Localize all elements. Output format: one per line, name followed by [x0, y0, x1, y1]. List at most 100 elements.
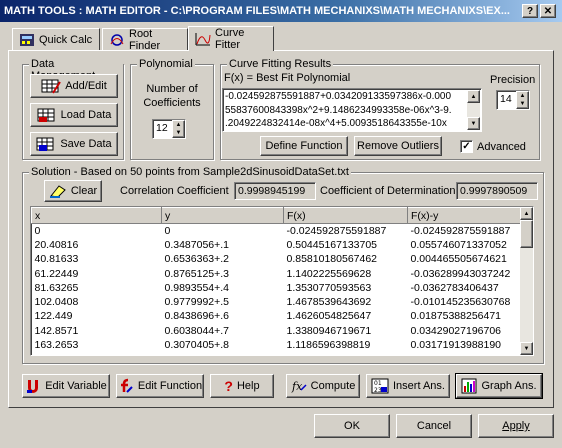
table-cell[interactable]: 0	[161, 223, 284, 238]
tab-curve-fitter[interactable]: Curve Fitter	[188, 26, 274, 51]
table-cell[interactable]: 0.3487056+.1	[161, 237, 284, 253]
table-cell[interactable]: 81.63265	[31, 280, 162, 295]
results-table[interactable]: x y F(x) F(x)-y 0 0 -0.024592875591887 -0.0…	[30, 206, 534, 356]
table-row[interactable]: 20.40816 0.3487056+.1 0.50445167133705 0.05…	[31, 237, 522, 253]
table-cell[interactable]: 0.3070405+.8	[161, 337, 284, 353]
cancel-button[interactable]: Cancel	[396, 414, 472, 438]
table-cell[interactable]: 0.6038044+.7	[161, 323, 284, 338]
remove-outliers-button[interactable]: Remove Outliers	[354, 136, 442, 156]
spin-up-icon[interactable]: ▲	[517, 92, 528, 100]
close-icon: ✕	[543, 5, 553, 17]
table-cell[interactable]: 122.449	[31, 309, 162, 324]
table-cell[interactable]: 0.004465505674621	[407, 252, 522, 267]
table-cell[interactable]: -0.010145235630768	[407, 294, 522, 310]
table-cell[interactable]: 61.22449	[31, 266, 162, 281]
close-button[interactable]: ✕	[540, 4, 556, 18]
determination-label: Coefficient of Determination	[320, 185, 456, 197]
help-button[interactable]: ? Help	[210, 374, 274, 398]
table-cell[interactable]: 0.03429027196706	[407, 323, 522, 338]
define-function-button[interactable]: Define Function	[260, 136, 348, 156]
tab-root-finder[interactable]: Root Finder	[102, 28, 188, 52]
table-cell[interactable]: 0.85810180567462	[283, 252, 408, 267]
table-row[interactable]: 122.449 0.8438696+.6 1.4626054825647 0.0187…	[31, 309, 522, 324]
polynomial-group: Polynomial	[130, 58, 214, 160]
table-row[interactable]: 142.8571 0.6038044+.7 1.3380946719671 0.034…	[31, 323, 522, 338]
add-edit-button[interactable]: Add/Edit	[30, 74, 118, 98]
precision-spinner[interactable]: 14 ▲ ▼	[496, 90, 530, 110]
tab-quick-calc[interactable]: Quick Calc	[12, 28, 100, 50]
table-cell[interactable]: 0.055746071337052	[407, 237, 522, 253]
checkmark-icon[interactable]: ✓	[460, 140, 473, 153]
save-grid-icon	[36, 136, 56, 152]
bar-graph-icon	[461, 378, 477, 394]
spin-up-icon[interactable]: ▲	[173, 121, 184, 129]
column-header[interactable]: y	[161, 207, 284, 224]
table-row[interactable]: 0 0 -0.024592875591887 -0.024592875591887	[31, 223, 522, 238]
table-cell[interactable]: 20.40816	[31, 237, 162, 253]
table-cell[interactable]: 0.50445167133705	[283, 237, 408, 253]
load-data-button[interactable]: Load Data	[30, 103, 118, 127]
table-cell[interactable]: 163.2653	[31, 337, 162, 353]
coefficients-label: Number of Coefficients	[143, 83, 201, 109]
table-cell[interactable]: 102.0408	[31, 294, 162, 310]
edit-variable-button[interactable]: Edit Variable	[22, 374, 110, 398]
table-cell[interactable]: -0.024592875591887	[283, 223, 408, 238]
table-cell[interactable]: 1.1402225569628	[283, 266, 408, 281]
scroll-up-icon[interactable]: ▲	[467, 90, 480, 103]
table-row[interactable]: 81.63265 0.9893554+.4 1.3530770593563 -0.03…	[31, 280, 522, 295]
table-cell[interactable]: 0.6536363+.2	[161, 252, 284, 267]
save-data-button[interactable]: Save Data	[30, 132, 118, 156]
scroll-thumb[interactable]	[520, 220, 533, 248]
table-cell[interactable]: -0.036289943037242	[407, 266, 522, 281]
scroll-down-icon[interactable]: ▼	[467, 117, 480, 130]
column-header[interactable]: F(x)-y	[407, 207, 522, 224]
column-header[interactable]: x	[31, 207, 162, 224]
formula-scrollbar[interactable]: ▲ ▼	[467, 90, 480, 130]
table-cell[interactable]: 0	[31, 223, 162, 238]
table-cell[interactable]: 0.9779992+.5	[161, 294, 284, 310]
clear-button[interactable]: Clear	[44, 180, 102, 202]
table-cell[interactable]: 1.3380946719671	[283, 323, 408, 338]
column-header[interactable]: F(x)	[283, 207, 408, 224]
help-title-button[interactable]: ?	[522, 4, 538, 18]
table-cell[interactable]: 40.81633	[31, 252, 162, 267]
table-cell[interactable]: 142.8571	[31, 323, 162, 338]
determination-value: 0.9997890509	[456, 182, 538, 200]
table-cell[interactable]: 1.3530770593563	[283, 280, 408, 295]
root-finder-icon	[109, 33, 125, 47]
table-row[interactable]: 102.0408 0.9779992+.5 1.4678539643692 -0.01…	[31, 294, 522, 310]
correlation-label: Correlation Coefficient	[120, 185, 229, 197]
question-icon: ?	[224, 378, 233, 394]
table-cell[interactable]: -0.0362783406437	[407, 280, 522, 295]
advanced-checkbox[interactable]: ✓ Advanced	[460, 140, 526, 153]
table-row[interactable]: 40.81633 0.6536363+.2 0.85810180567462 0.00…	[31, 252, 522, 267]
table-scrollbar[interactable]: ▲ ▼	[520, 207, 533, 355]
ok-button[interactable]: OK	[314, 414, 390, 438]
table-row[interactable]: 61.22449 0.8765125+.3 1.1402225569628 -0.03…	[31, 266, 522, 281]
table-cell[interactable]: 1.1186596398819	[283, 337, 408, 353]
table-cell[interactable]: 0.9893554+.4	[161, 280, 284, 295]
table-cell[interactable]: 0.01875388256471	[407, 309, 522, 324]
edit-function-button[interactable]: Edit Function	[116, 374, 204, 398]
table-row[interactable]: 163.2653 0.3070405+.8 1.1186596398819 0.031…	[31, 337, 522, 353]
curve-icon	[195, 32, 211, 46]
table-cell[interactable]: 1.4626054825647	[283, 309, 408, 324]
table-cell[interactable]: 1.4678539643692	[283, 294, 408, 310]
spin-down-icon[interactable]: ▼	[517, 100, 528, 108]
variable-icon	[25, 378, 41, 394]
spin-down-icon[interactable]: ▼	[173, 129, 184, 137]
insert-ans-button[interactable]: 01 23 Insert Ans.	[366, 374, 450, 398]
formula-textbox[interactable]: -0.024592875591887+0.034209133597386x-0.…	[222, 88, 482, 132]
apply-button[interactable]: Apply	[478, 414, 554, 438]
table-cell[interactable]: 0.8438696+.6	[161, 309, 284, 324]
svg-text:fx: fx	[291, 380, 303, 393]
svg-text:01: 01	[374, 380, 382, 387]
coefficients-spinner[interactable]: 12 ▲ ▼	[152, 119, 186, 139]
table-cell[interactable]: 0.8765125+.3	[161, 266, 284, 281]
scroll-up-icon[interactable]: ▲	[520, 207, 533, 220]
graph-ans-button[interactable]: Graph Ans.	[455, 373, 543, 399]
table-cell[interactable]: -0.024592875591887	[407, 223, 522, 238]
table-cell[interactable]: 0.03171913988190	[407, 337, 522, 353]
compute-button[interactable]: fx Compute	[286, 374, 360, 398]
scroll-down-icon[interactable]: ▼	[520, 342, 533, 355]
